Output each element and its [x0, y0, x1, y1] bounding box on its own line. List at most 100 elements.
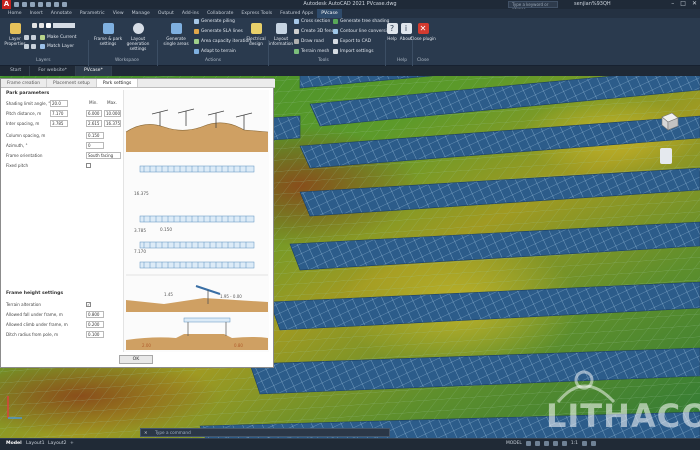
- share-icon[interactable]: [62, 2, 67, 7]
- pitch-max-input[interactable]: 10.000: [104, 110, 121, 117]
- sld-lines-icon: [194, 29, 199, 34]
- redo-icon[interactable]: [54, 2, 59, 7]
- generate-sld-lines-button[interactable]: Generate SLA lines: [194, 29, 243, 34]
- layout-generation-settings-label: Layout generation settings: [126, 36, 150, 51]
- generate-single-areas-button[interactable]: Generate single areas: [161, 23, 191, 46]
- status-bar: Model Layout1 Layout2 + MODEL 1:1: [0, 438, 700, 450]
- layout-tab-layout1[interactable]: Layout1: [26, 441, 45, 446]
- match-layer-icon: [40, 44, 45, 49]
- pitch-distance-input[interactable]: 7.170: [50, 110, 68, 117]
- ortho-icon[interactable]: [543, 441, 549, 446]
- doc-tab[interactable]: PVcase*: [75, 66, 112, 76]
- terrain-alteration-checkbox[interactable]: ✓: [86, 302, 91, 307]
- layer-tool-icon[interactable]: [31, 35, 36, 40]
- cross-section-button[interactable]: Cross section: [294, 19, 330, 24]
- layout-tab-model[interactable]: Model: [6, 441, 22, 446]
- generate-piling-label: Generate piling: [201, 19, 235, 24]
- annotation-scale[interactable]: 1:1: [571, 441, 578, 446]
- ribbon-tab-home[interactable]: Home: [4, 9, 26, 18]
- panel-label-help: Help: [397, 58, 408, 63]
- model-space-label[interactable]: MODEL: [506, 441, 522, 446]
- adapt-to-terrain-button[interactable]: Adapt to terrain: [194, 49, 236, 54]
- layout-information-button[interactable]: Layout information: [266, 23, 296, 46]
- undo-icon[interactable]: [46, 2, 51, 7]
- terrain-mesh-button[interactable]: Terrain mesh: [294, 49, 329, 54]
- ribbon-tab-annotate[interactable]: Annotate: [47, 9, 76, 18]
- save-as-icon[interactable]: [38, 2, 43, 7]
- column-spacing-input[interactable]: 0.150: [86, 132, 104, 139]
- minimize-button[interactable]: –: [671, 0, 674, 7]
- inter-min-input[interactable]: 2.615: [86, 120, 102, 127]
- user-name[interactable]: senjian%93QH: [574, 1, 611, 7]
- param-row-azimuth: Azimuth, ° 0: [6, 142, 121, 150]
- new-icon[interactable]: [14, 2, 19, 7]
- frame-park-settings-button[interactable]: Frame & park settings: [93, 23, 123, 46]
- ribbon-tab-view[interactable]: View: [109, 9, 128, 18]
- dialog-tab[interactable]: Frame creation: [1, 79, 47, 87]
- ditch-radius-input[interactable]: 0.100: [86, 331, 104, 338]
- autocad-logo[interactable]: A: [2, 0, 11, 9]
- layer-dropdown[interactable]: [32, 23, 75, 28]
- allowed-fall-input[interactable]: 0.800: [86, 311, 104, 318]
- search-input[interactable]: Type a keyword or phrase: [508, 1, 558, 12]
- match-layer-button[interactable]: Match Layer: [40, 44, 74, 49]
- shading-angle-input[interactable]: 20.0: [50, 100, 68, 107]
- layer-combo[interactable]: [53, 23, 75, 28]
- frame-height-title: Frame height settings: [6, 291, 64, 296]
- open-icon[interactable]: [22, 2, 27, 7]
- doc-tab[interactable]: Start: [2, 66, 31, 76]
- settings-form: Park parameters Min. Max. Shading limit …: [3, 90, 121, 348]
- export-to-cad-button[interactable]: Export to CAD: [333, 39, 371, 44]
- close-button[interactable]: ✕: [692, 0, 697, 7]
- snap-icon[interactable]: [534, 441, 540, 446]
- layer-tool-icon[interactable]: [24, 44, 29, 49]
- dialog-tab[interactable]: Park settings: [96, 79, 139, 87]
- command-close-icon[interactable]: ✕: [144, 429, 148, 436]
- navigation-bar[interactable]: [660, 148, 672, 164]
- viewcube-icon[interactable]: [658, 110, 680, 132]
- layer-tool-icon[interactable]: [31, 44, 36, 49]
- polar-icon[interactable]: [552, 441, 558, 446]
- dialog-tab[interactable]: Placement setup: [47, 79, 97, 87]
- ribbon-tab-parametric[interactable]: Parametric: [76, 9, 109, 18]
- save-icon[interactable]: [30, 2, 35, 7]
- customize-icon[interactable]: [590, 441, 596, 446]
- azimuth-input[interactable]: 0: [86, 142, 104, 149]
- make-current-icon: [40, 35, 45, 40]
- inter-max-input[interactable]: 16.375: [104, 120, 121, 127]
- generate-piling-button[interactable]: Generate piling: [194, 19, 235, 24]
- close-plugin-button[interactable]: ✕ Close plugin: [408, 23, 438, 41]
- terrain-mesh-label: Terrain mesh: [301, 49, 330, 54]
- ribbon-tab-featured-apps[interactable]: Featured Apps: [276, 9, 317, 18]
- osnap-icon[interactable]: [561, 441, 567, 446]
- add-layout-button[interactable]: +: [70, 441, 74, 446]
- layout-tab-layout2[interactable]: Layout2: [48, 441, 67, 446]
- create-3d-fence-button[interactable]: Create 3D fence: [294, 29, 337, 34]
- inter-spacing-input[interactable]: 3.785: [50, 120, 68, 127]
- layout-generation-settings-button[interactable]: Layout generation settings: [123, 23, 153, 51]
- panel-label-layers: Layers: [36, 58, 51, 63]
- maximize-button[interactable]: □: [680, 0, 686, 7]
- ribbon-tab-output[interactable]: Output: [154, 9, 178, 18]
- gear-icon[interactable]: [581, 441, 587, 446]
- layer-tool-icon[interactable]: [24, 35, 29, 40]
- import-settings-button[interactable]: Import settings: [333, 49, 373, 54]
- pitch-min-input[interactable]: 6.000: [86, 110, 102, 117]
- command-input[interactable]: Type a command: [155, 430, 191, 435]
- ribbon-tab-express-tools[interactable]: Express Tools: [237, 9, 276, 18]
- grid-icon[interactable]: [525, 441, 531, 446]
- ribbon-tab-manage[interactable]: Manage: [128, 9, 154, 18]
- make-current-button[interactable]: Make Current: [40, 35, 76, 40]
- ribbon-tab-add-ins[interactable]: Add-ins: [178, 9, 203, 18]
- doc-tab[interactable]: For website*: [30, 66, 76, 76]
- frame-orientation-select[interactable]: South facing: [86, 152, 121, 159]
- ribbon-tab-collaborate[interactable]: Collaborate: [203, 9, 237, 18]
- ribbon-tab-pvcase[interactable]: PVcase: [317, 9, 342, 18]
- draw-road-button[interactable]: Draw road: [294, 39, 324, 44]
- fixed-pitch-checkbox[interactable]: [86, 163, 91, 168]
- ribbon-tab-insert[interactable]: Insert: [26, 9, 47, 18]
- dim-label: 0.80: [234, 343, 243, 348]
- command-line[interactable]: ✕ Type a command: [140, 428, 390, 437]
- ok-button[interactable]: OK: [119, 355, 153, 364]
- allowed-climb-input[interactable]: 0.200: [86, 321, 104, 328]
